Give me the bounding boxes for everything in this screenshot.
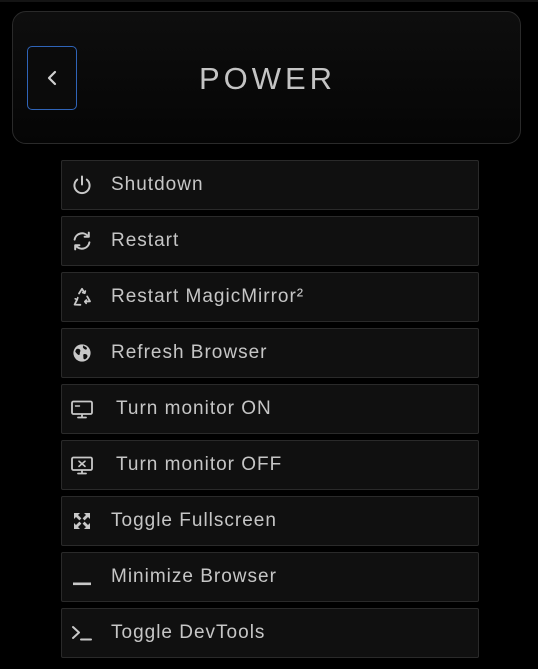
shutdown-label: Shutdown: [111, 174, 204, 195]
globe-icon: [70, 341, 94, 365]
recycle-icon: [70, 285, 94, 309]
refresh-browser-label: Refresh Browser: [111, 342, 268, 363]
toggle-devtools-label: Toggle DevTools: [111, 622, 266, 643]
page-title: POWER: [198, 60, 337, 96]
shutdown-button[interactable]: Shutdown: [61, 160, 479, 210]
top-divider: [0, 0, 538, 2]
minimize-icon: [70, 565, 94, 589]
back-button[interactable]: [27, 46, 77, 110]
monitor-on-icon: [70, 397, 94, 421]
restart-label: Restart: [111, 230, 180, 251]
minimize-browser-label: Minimize Browser: [111, 566, 277, 587]
turn-monitor-off-label: Turn monitor OFF: [116, 454, 283, 475]
restart-magicmirror-button[interactable]: Restart MagicMirror²: [61, 272, 479, 322]
terminal-icon: [70, 621, 94, 645]
toggle-devtools-button[interactable]: Toggle DevTools: [61, 608, 479, 658]
refresh-browser-button[interactable]: Refresh Browser: [61, 328, 479, 378]
restart-button[interactable]: Restart: [61, 216, 479, 266]
restart-magicmirror-label: Restart MagicMirror²: [111, 286, 305, 307]
turn-monitor-on-button[interactable]: Turn monitor ON: [61, 384, 479, 434]
toggle-fullscreen-button[interactable]: Toggle Fullscreen: [61, 496, 479, 546]
header-panel: POWER: [12, 11, 521, 144]
turn-monitor-on-label: Turn monitor ON: [116, 398, 272, 419]
turn-monitor-off-button[interactable]: Turn monitor OFF: [61, 440, 479, 490]
toggle-fullscreen-label: Toggle Fullscreen: [111, 510, 277, 531]
power-icon: [70, 173, 94, 197]
monitor-off-icon: [70, 453, 94, 477]
refresh-icon: [70, 229, 94, 253]
fullscreen-icon: [70, 509, 94, 533]
chevron-left-icon: [45, 69, 59, 87]
minimize-browser-button[interactable]: Minimize Browser: [61, 552, 479, 602]
